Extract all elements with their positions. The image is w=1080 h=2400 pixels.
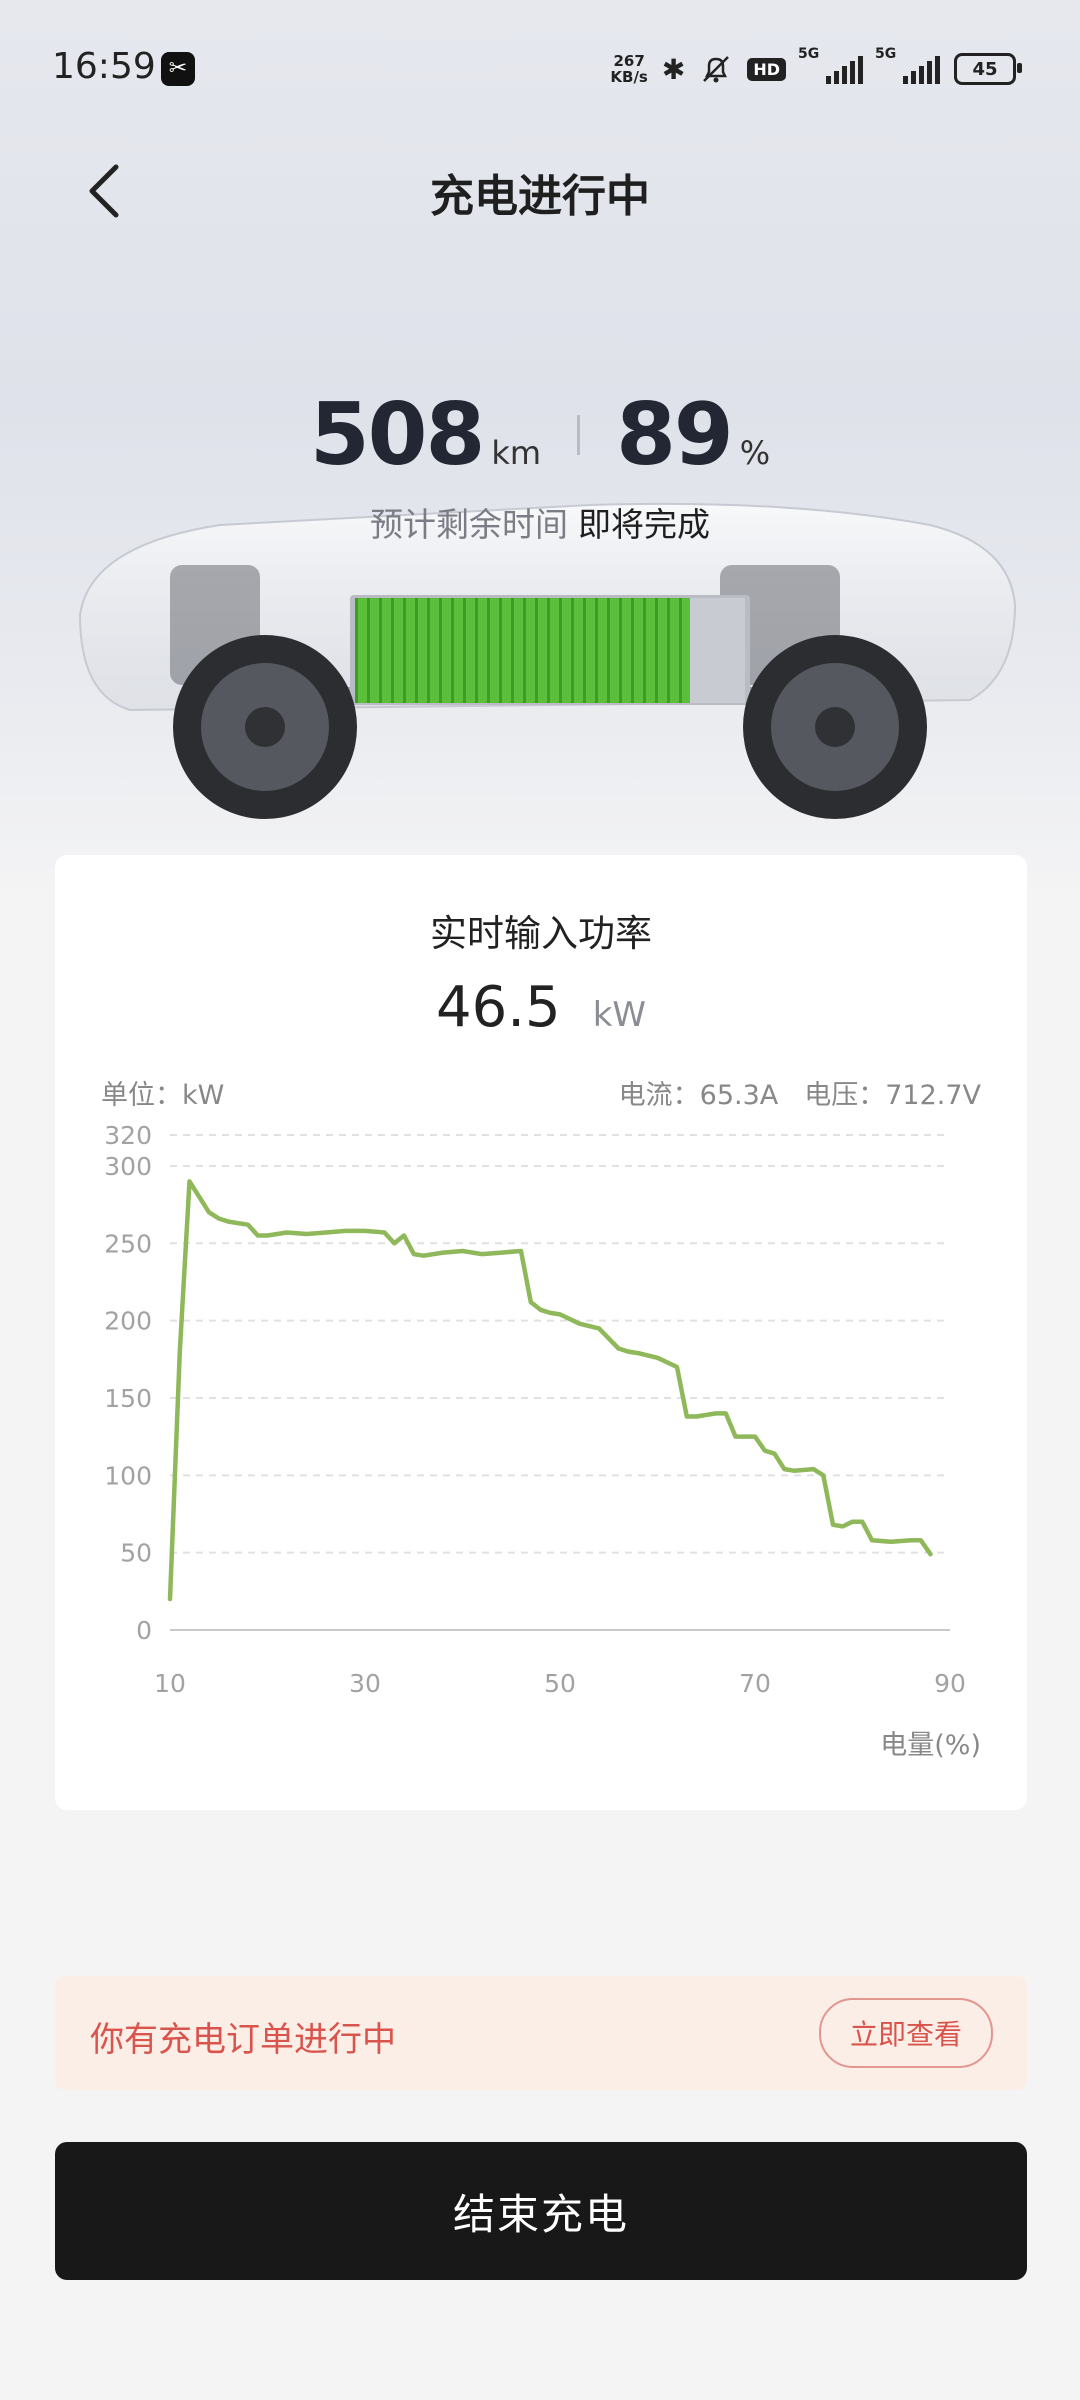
x-tick-label-30: 30: [349, 1669, 381, 1698]
power-card-title: 实时输入功率: [430, 912, 652, 955]
network-speed-value: 267: [613, 52, 645, 70]
chart-unit-label: 单位：kW: [101, 1080, 225, 1111]
soc-unit: %: [739, 434, 771, 472]
power-chart: 0 50 100 150 200 250 300320 10 30 50 70 90: [104, 1121, 966, 1698]
status-indicators: 267 KB/s ✱ HD 5G 5G 45: [610, 46, 1022, 92]
battery-icon: 45: [954, 53, 1022, 85]
eta-label: 预计剩余时间: [370, 505, 568, 544]
voltage-reading: 电压：712.7V: [804, 1080, 981, 1111]
network-speed: 267 KB/s: [610, 53, 647, 85]
hd-voice-icon: HD: [747, 57, 786, 81]
eta-row: 预计剩余时间 即将完成: [0, 498, 1080, 546]
view-order-button[interactable]: 立即查看: [819, 1998, 993, 2068]
electric-readings: 电流：65.3A 电压：712.7V: [619, 1073, 981, 1112]
mute-bell-icon: [703, 56, 730, 83]
bluetooth-icon: ✱: [661, 52, 686, 86]
y-tick-label-50: 50: [120, 1539, 152, 1568]
y-tick-label-150: 150: [104, 1384, 152, 1413]
y-tick-label-250: 250: [104, 1229, 152, 1258]
y-tick-label-200: 200: [104, 1307, 152, 1336]
eta-value: 即将完成: [578, 505, 710, 544]
range-value: 508: [309, 385, 486, 485]
power-unit: kW: [592, 995, 646, 1035]
y-tick-label-100: 100: [104, 1461, 152, 1490]
x-axis-title: 电量(%): [880, 1730, 981, 1761]
signal-icon-sim2: 5G: [875, 46, 940, 84]
y-tick-label-0: 0: [136, 1616, 152, 1645]
x-tick-label-50: 50: [544, 1669, 576, 1698]
sim2-network-type: 5G: [875, 46, 897, 62]
y-tick-label-320: 320: [104, 1121, 152, 1150]
order-banner: 你有充电订单进行中 立即查看: [55, 1976, 1027, 2090]
x-tick-label-90: 90: [934, 1669, 966, 1698]
x-tick-label-70: 70: [739, 1669, 771, 1698]
rear-wheel: [743, 635, 927, 819]
status-bar: 16:59 ✂ 267 KB/s ✱ HD 5G 5G 45: [0, 0, 1080, 140]
network-speed-unit: KB/s: [610, 68, 648, 86]
app-notification-icon: ✂: [161, 52, 195, 86]
power-value: 46.5: [436, 975, 561, 1040]
charge-stats: 508 km 89 %: [0, 385, 1080, 485]
stats-divider: [577, 415, 581, 455]
current-reading: 电流：65.3A: [618, 1080, 779, 1111]
range-unit: km: [491, 434, 542, 472]
signal-icon-sim1: 5G: [798, 46, 863, 84]
front-wheel: [173, 635, 357, 819]
page-title: 充电进行中: [430, 171, 650, 222]
order-banner-text: 你有充电订单进行中: [90, 2020, 396, 2060]
power-card: 实时输入功率 46.5 kW 单位：kW 电流：65.3A 电压：712.7V 0 5…: [55, 855, 1027, 1810]
x-tick-label-10: 10: [154, 1669, 186, 1698]
soc-value: 89: [616, 385, 734, 485]
sim1-network-type: 5G: [798, 46, 820, 62]
power-readout: 46.5 kW: [55, 975, 1027, 1040]
end-charging-button[interactable]: 结束充电: [55, 2142, 1027, 2280]
y-tick-label-300: 300: [104, 1152, 152, 1181]
status-time: 16:59: [52, 46, 156, 87]
battery-level: 45: [972, 58, 998, 80]
